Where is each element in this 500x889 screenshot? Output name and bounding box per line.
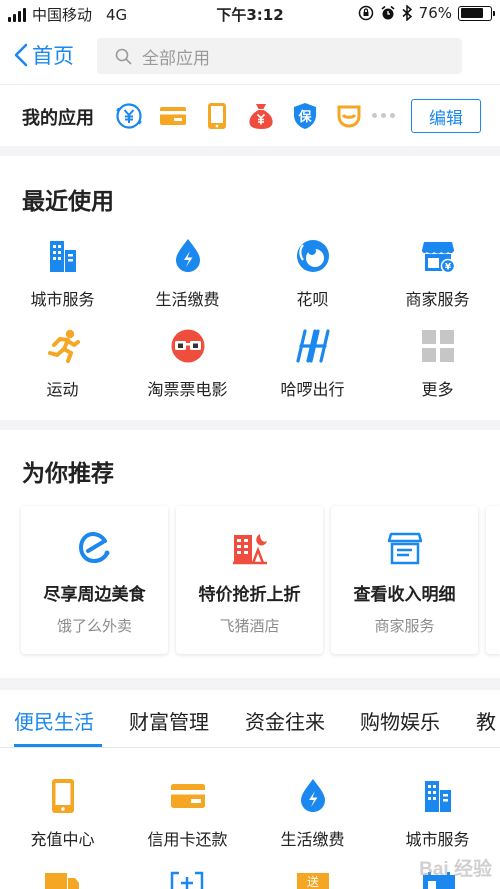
- building-icon: [43, 236, 83, 276]
- my-apps-bar: 我的应用 保 编辑: [0, 84, 500, 146]
- back-label: 首页: [32, 44, 74, 68]
- edit-button[interactable]: 编辑: [411, 99, 481, 133]
- app-label: 哈啰出行: [280, 380, 345, 399]
- store-icon: ¥: [418, 236, 458, 276]
- alarm-icon: [381, 5, 395, 20]
- card-title: 特价抢折上折: [198, 585, 301, 605]
- app-city-service[interactable]: 城市服务: [375, 776, 500, 850]
- app-taopiaopiao[interactable]: 淘票票电影: [125, 326, 250, 400]
- huabei-icon: [293, 236, 333, 276]
- water-drop-icon: [293, 776, 333, 816]
- card-subtitle: 商家服务: [374, 617, 435, 635]
- more-dots-icon[interactable]: [372, 113, 395, 118]
- app-city-service[interactable]: 城市服务: [0, 236, 125, 310]
- my-apps-icons: 保: [114, 101, 364, 131]
- watermark-logo: Bai 经验: [419, 859, 492, 880]
- app-label: 商家服务: [405, 290, 470, 309]
- svg-text:送: 送: [307, 874, 319, 889]
- search-icon: [115, 48, 132, 64]
- status-right: 76%: [358, 4, 495, 22]
- back-button[interactable]: 首页: [14, 40, 74, 70]
- tab-wealth[interactable]: 财富管理: [129, 706, 209, 735]
- cup-icon[interactable]: [334, 101, 364, 131]
- app-label: 城市服务: [405, 830, 470, 849]
- battery-icon: [458, 5, 495, 21]
- grid-more-icon: [418, 326, 458, 366]
- yuan-circle-icon[interactable]: [114, 101, 144, 131]
- phone-icon[interactable]: [202, 101, 232, 131]
- app-label: 充值中心: [30, 830, 95, 849]
- card-subtitle: 飞猪酒店: [219, 617, 280, 635]
- chevron-left-icon: [14, 43, 28, 67]
- app-label: 淘票票电影: [147, 380, 228, 399]
- app-top-up[interactable]: 充值中心: [0, 776, 125, 850]
- card-title: 查看收入明细: [353, 585, 456, 605]
- credit-card-icon[interactable]: [158, 101, 188, 131]
- status-bar: 中国移动 4G 下午3:12 76%: [0, 0, 500, 28]
- app-more[interactable]: 更多: [375, 326, 500, 400]
- bluetooth-icon: [402, 5, 412, 21]
- svg-text:保: 保: [297, 109, 312, 125]
- shield-icon[interactable]: 保: [290, 101, 320, 131]
- scan-icon: [170, 871, 204, 889]
- credit-card-icon: [168, 776, 208, 816]
- tab-shopping[interactable]: 购物娱乐: [360, 706, 440, 735]
- battery-percent: 76%: [418, 4, 452, 22]
- search-input[interactable]: 全部应用: [97, 38, 462, 74]
- tab-education[interactable]: 教: [476, 706, 496, 735]
- app-huabei[interactable]: 花呗: [250, 236, 375, 310]
- card-subtitle: 饿了么外卖: [56, 617, 132, 635]
- convenience-grid: 充值中心 信用卡还款 生活缴费 城市服务 送 Bai 经验: [0, 748, 500, 889]
- tab-convenience[interactable]: 便民生活: [14, 706, 94, 735]
- orientation-lock-icon: [358, 5, 373, 21]
- phone-icon: [43, 776, 83, 816]
- my-apps-title: 我的应用: [22, 108, 94, 129]
- store-icon: [385, 528, 425, 568]
- app-label: 花呗: [296, 290, 329, 309]
- recommend-card-partial[interactable]: [486, 506, 500, 654]
- glasses-icon: [168, 326, 208, 366]
- app-hellobike[interactable]: 哈啰出行: [250, 326, 375, 400]
- app-label: 运动: [46, 380, 79, 399]
- search-placeholder: 全部应用: [142, 48, 210, 69]
- app-label: 更多: [421, 380, 454, 399]
- recommend-card[interactable]: 查看收入明细 商家服务: [331, 506, 478, 654]
- hello-bike-icon: [293, 326, 333, 366]
- app-utility-payment[interactable]: 生活缴费: [125, 236, 250, 310]
- truck-icon: [45, 873, 79, 889]
- building-icon: [418, 776, 458, 816]
- app-sports[interactable]: 运动: [0, 326, 125, 400]
- app-label: 生活缴费: [155, 290, 220, 309]
- recent-section: 最近使用 城市服务 生活缴费 花呗 ¥ 商家服务 运动 淘票票电影 哈啰出行 更…: [0, 156, 500, 420]
- recommend-title: 为你推荐: [22, 461, 114, 487]
- app-credit-repay[interactable]: 信用卡还款: [125, 776, 250, 850]
- recommend-card[interactable]: 尽享周边美食 饿了么外卖: [21, 506, 168, 654]
- eleme-icon: [75, 528, 115, 568]
- app-label: 生活缴费: [280, 830, 345, 849]
- app-utility-payment[interactable]: 生活缴费: [250, 776, 375, 850]
- tab-funds[interactable]: 资金往来: [245, 706, 325, 735]
- money-bag-icon[interactable]: [246, 101, 276, 131]
- running-icon: [43, 326, 83, 366]
- app-label: 城市服务: [30, 290, 95, 309]
- gift-icon: 送: [297, 873, 329, 889]
- recommend-card[interactable]: 特价抢折上折 飞猪酒店: [176, 506, 323, 654]
- recent-title: 最近使用: [22, 189, 114, 215]
- card-title: 尽享周边美食: [43, 585, 146, 605]
- water-drop-icon: [168, 236, 208, 276]
- app-label: 信用卡还款: [147, 830, 228, 849]
- category-tabs: 便民生活 财富管理 资金往来 购物娱乐 教: [0, 690, 500, 748]
- nav-bar: 首页 全部应用: [0, 28, 500, 84]
- tab-active-indicator: [14, 744, 102, 747]
- svg-text:¥: ¥: [444, 263, 451, 273]
- hotel-icon: [230, 528, 270, 568]
- app-merchant-service[interactable]: ¥ 商家服务: [375, 236, 500, 310]
